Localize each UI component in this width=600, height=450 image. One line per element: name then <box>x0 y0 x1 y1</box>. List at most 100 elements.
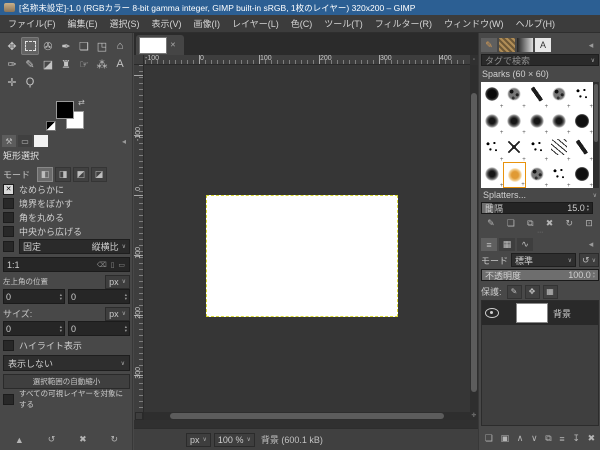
menu-colors[interactable]: 色(C) <box>285 15 319 32</box>
feather-edges-checkbox[interactable] <box>3 197 14 209</box>
airbrush-tool[interactable]: ⁂ <box>93 55 111 73</box>
refresh-brushes-icon[interactable]: ↻ <box>566 218 574 229</box>
gradients-icon[interactable] <box>517 38 533 52</box>
spacing-slider[interactable]: 間隔 15.0 ▴ ▾ <box>481 202 593 214</box>
brush-thumbnail[interactable] <box>526 109 549 135</box>
ink-tool[interactable]: ✑ <box>3 55 21 73</box>
brush-thumbnail[interactable] <box>571 162 593 188</box>
dock-arrow-icon[interactable]: ◂ <box>583 238 599 251</box>
close-icon[interactable]: ✕ <box>170 41 176 49</box>
duplicate-brush-icon[interactable]: ⧉ <box>527 218 533 229</box>
brush-thumbnail[interactable] <box>526 162 549 188</box>
brush-thumbnail[interactable] <box>548 109 571 135</box>
image-tab[interactable]: ✕ <box>136 35 184 55</box>
zoom-dropdown[interactable]: 100 % ∨ <box>213 432 255 447</box>
position-y-spinner[interactable]: 0 ▴ ▾ <box>68 289 130 304</box>
merge-layer-icon[interactable]: ≡ <box>559 434 564 444</box>
delete-layer-icon[interactable]: ✖ <box>588 433 596 444</box>
brush-thumbnail[interactable] <box>548 162 571 188</box>
opacity-slider[interactable]: 不透明度 100.0 ▴ ▾ <box>481 269 599 281</box>
brush-thumbnail[interactable] <box>526 135 549 162</box>
brush-thumbnail[interactable] <box>481 82 504 109</box>
pencil-tool[interactable]: ✎ <box>21 55 39 73</box>
brush-thumbnail[interactable] <box>503 109 526 135</box>
menu-select[interactable]: 選択(S) <box>104 15 146 32</box>
brush-thumbnail[interactable] <box>503 161 526 188</box>
canvas-image[interactable] <box>206 195 398 317</box>
landscape-icon[interactable]: ▭ <box>118 262 126 269</box>
sample-merged-checkbox[interactable] <box>3 393 14 405</box>
aspect-ratio-input[interactable]: 1:1 ⌫ ▯ ▭ <box>3 257 130 272</box>
menu-tools[interactable]: ツール(T) <box>318 15 369 32</box>
eraser-tool[interactable]: ◪ <box>39 55 57 73</box>
menu-view[interactable]: 表示(V) <box>146 15 188 32</box>
brush-thumbnail[interactable] <box>503 82 526 109</box>
vertical-ruler[interactable]: -100 0 100 200 300 <box>134 65 144 420</box>
transform-tool[interactable]: ◳ <box>93 37 111 55</box>
brush-thumbnail[interactable] <box>481 162 504 188</box>
open-brush-as-image-icon[interactable]: ⊡ <box>585 218 593 229</box>
foreground-color-swatch[interactable] <box>56 101 74 119</box>
canvas-viewport[interactable] <box>144 65 470 420</box>
size-unit-dropdown[interactable]: px ∨ <box>105 306 130 321</box>
layer-thumbnail[interactable] <box>516 303 548 323</box>
brush-thumbnail[interactable] <box>481 135 504 162</box>
expand-from-center-checkbox[interactable] <box>3 225 14 237</box>
color-picker-tool[interactable]: ✛ <box>3 73 21 91</box>
zoom-follow-toggle-icon[interactable]: ▫ <box>470 55 478 65</box>
brush-thumbnail[interactable] <box>548 82 571 109</box>
mode-subtract-icon[interactable]: ◩ <box>73 166 90 182</box>
fixed-dropdown[interactable]: 固定 縦横比 ∨ <box>19 239 130 254</box>
size-width-spinner[interactable]: 0 ▴ ▾ <box>3 321 65 336</box>
duplicate-layer-icon[interactable]: ⧉ <box>545 433 551 444</box>
layers-icon[interactable]: ≡ <box>481 238 497 251</box>
rectangle-select-tool[interactable] <box>21 37 39 55</box>
brush-thumbnail[interactable] <box>548 135 571 162</box>
lock-alpha-icon[interactable]: ▦ <box>542 284 558 299</box>
fg-color-icon[interactable] <box>34 135 48 147</box>
brush-grid-scrollbar[interactable] <box>593 82 599 188</box>
brush-list-footer[interactable]: Splatters... ∨ <box>481 189 599 201</box>
vertical-scrollbar[interactable] <box>470 65 478 420</box>
tag-filter-input[interactable]: タグで検索 ∨ <box>481 54 599 66</box>
menu-help[interactable]: ヘルプ(H) <box>510 15 562 32</box>
mode-add-icon[interactable]: ◨ <box>55 166 72 182</box>
portrait-icon[interactable]: ▯ <box>111 262 116 269</box>
visibility-eye-icon[interactable] <box>485 308 499 318</box>
fixed-checkbox[interactable] <box>3 241 14 252</box>
menu-image[interactable]: 画像(I) <box>188 15 227 32</box>
dock-arrow-icon[interactable]: ◂ <box>117 135 131 147</box>
brush-thumbnail[interactable] <box>571 82 593 109</box>
horizontal-ruler[interactable]: -100 0 100 200 300 400 <box>144 55 470 65</box>
antialiasing-checkbox[interactable]: ✕ <box>3 183 14 195</box>
paths-tool[interactable]: ✒ <box>57 37 75 55</box>
patterns-icon[interactable] <box>499 38 515 52</box>
edit-brush-icon[interactable]: ✎ <box>487 218 495 229</box>
layer-mode-dropdown[interactable]: 標準 ∨ <box>511 253 577 267</box>
crop-tool[interactable]: ❏ <box>75 37 93 55</box>
mode-intersect-icon[interactable]: ◪ <box>91 166 108 182</box>
highlight-checkbox[interactable] <box>3 339 14 351</box>
title-bar[interactable]: [名称未設定]-1.0 (RGBカラー 8-bit gamma integer,… <box>0 0 600 15</box>
paths-icon[interactable]: ∿ <box>517 238 533 251</box>
channels-icon[interactable]: ▦ <box>499 238 515 251</box>
quick-mask-toggle[interactable] <box>135 412 143 420</box>
lock-position-icon[interactable]: ✥ <box>524 284 540 299</box>
brush-thumbnail[interactable] <box>503 135 526 162</box>
unit-dropdown[interactable]: px ∨ <box>186 432 211 447</box>
fonts-icon[interactable]: A <box>535 38 551 52</box>
ruler-corner[interactable] <box>134 55 144 65</box>
menu-filters[interactable]: フィルター(R) <box>369 15 438 32</box>
brushes-icon[interactable]: ✎ <box>481 38 497 52</box>
default-colors-icon[interactable] <box>46 121 56 131</box>
device-status-icon[interactable]: ▭ <box>18 135 32 147</box>
menu-windows[interactable]: ウィンドウ(W) <box>438 15 510 32</box>
size-height-spinner[interactable]: 0 ▴ ▾ <box>68 321 130 336</box>
delete-tool-preset-icon[interactable]: ✖ <box>79 434 87 445</box>
clone-tool[interactable]: ♜ <box>57 55 75 73</box>
clear-icon[interactable]: ⌫ <box>97 262 108 269</box>
auto-shrink-button[interactable]: 選択範囲の自動縮小 <box>3 374 130 389</box>
dock-arrow-icon[interactable]: ◂ <box>583 38 599 52</box>
free-select-tool[interactable]: ✇ <box>39 37 57 55</box>
raise-layer-icon[interactable]: ∧ <box>517 433 524 444</box>
